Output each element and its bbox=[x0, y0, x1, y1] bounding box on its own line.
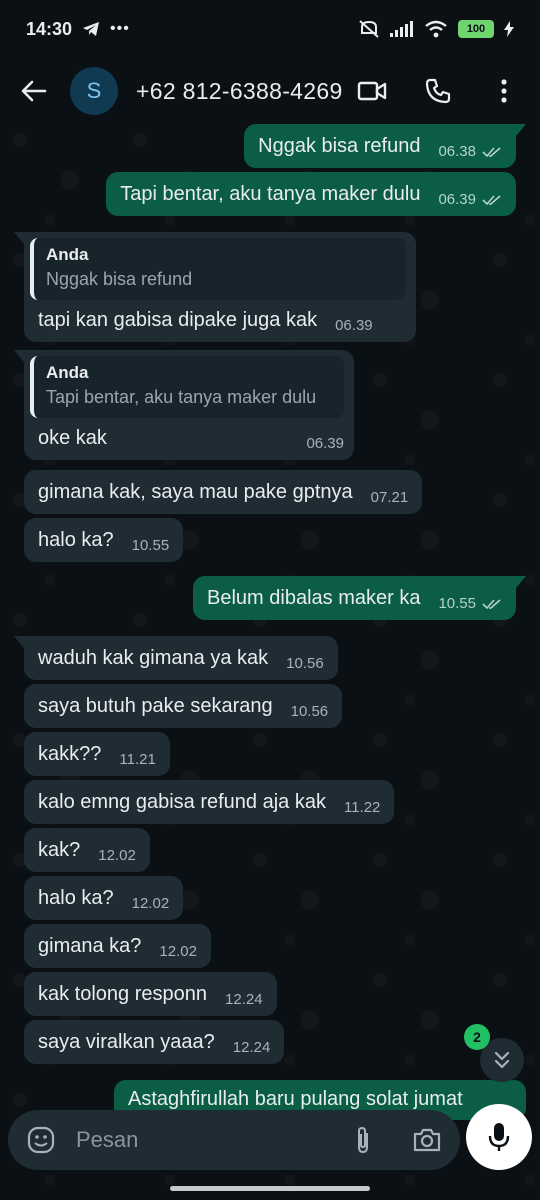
whatsapp-chat-screen: 14:30 ••• 100 S +62 812-6388-4269 Nggak … bbox=[0, 0, 540, 1200]
message-time: 12.24 bbox=[225, 991, 263, 1008]
mute-icon bbox=[359, 20, 379, 38]
telegram-icon bbox=[83, 22, 100, 36]
message-time: 12.02 bbox=[98, 847, 136, 864]
quote-author: Anda bbox=[46, 245, 89, 264]
message-time: 10.55 bbox=[438, 595, 476, 612]
emoji-button[interactable] bbox=[26, 1125, 56, 1155]
message-text: saya viralkan yaaa? bbox=[38, 1031, 215, 1053]
message-composer[interactable]: Pesan bbox=[8, 1110, 460, 1170]
message-incoming-reply[interactable]: Anda Nggak bisa refund tapi kan gabisa d… bbox=[14, 232, 416, 342]
back-arrow-icon bbox=[21, 80, 47, 102]
voice-record-button[interactable] bbox=[466, 1104, 532, 1170]
charging-icon bbox=[504, 21, 514, 37]
signal-icon bbox=[390, 21, 413, 37]
quote-text: Nggak bisa refund bbox=[46, 269, 193, 289]
video-call-button[interactable] bbox=[356, 75, 388, 107]
contact-name[interactable]: +62 812-6388-4269 bbox=[136, 78, 343, 105]
chevron-double-down-icon bbox=[494, 1051, 510, 1069]
message-text: Tapi bentar, aku tanya maker dulu bbox=[120, 183, 421, 205]
camera-button[interactable] bbox=[412, 1127, 442, 1153]
message-text: halo ka? bbox=[38, 887, 114, 909]
voice-call-button[interactable] bbox=[422, 75, 454, 107]
chat-header: S +62 812-6388-4269 bbox=[0, 58, 540, 124]
camera-icon bbox=[413, 1128, 441, 1152]
double-check-icon bbox=[482, 195, 501, 206]
back-button[interactable] bbox=[14, 71, 54, 111]
message-time: 10.56 bbox=[290, 703, 329, 720]
message-text: halo ka? bbox=[38, 529, 114, 551]
message-outgoing[interactable]: Belum dibalas maker ka 10.55 bbox=[193, 576, 526, 620]
attach-icon bbox=[358, 1126, 368, 1154]
message-text: Belum dibalas maker ka bbox=[207, 587, 421, 609]
attach-button[interactable] bbox=[354, 1125, 372, 1155]
message-time: 11.21 bbox=[119, 751, 156, 768]
message-time: 06.38 bbox=[438, 143, 476, 160]
message-text: gimana ka? bbox=[38, 935, 142, 957]
message-text: waduh kak gimana ya kak bbox=[38, 647, 269, 669]
message-time: 06.39 bbox=[335, 317, 373, 334]
quote-author: Anda bbox=[46, 363, 89, 382]
mic-icon bbox=[488, 1123, 510, 1151]
status-bar: 14:30 ••• 100 bbox=[0, 0, 540, 58]
double-check-icon bbox=[482, 147, 501, 158]
video-call-icon bbox=[357, 81, 387, 101]
message-time: 06.39 bbox=[306, 435, 344, 452]
message-text: kalo emng gabisa refund aja kak bbox=[38, 791, 326, 813]
message-text: tapi kan gabisa dipake juga kak bbox=[38, 309, 318, 331]
message-incoming[interactable]: kak tolong responn 12.24 bbox=[24, 972, 277, 1016]
battery-indicator: 100 bbox=[458, 20, 494, 38]
wifi-icon bbox=[425, 20, 447, 38]
message-time: 12.24 bbox=[232, 1039, 271, 1056]
quoted-message[interactable]: Anda Nggak bisa refund bbox=[30, 238, 406, 300]
message-time: 06.39 bbox=[438, 191, 476, 208]
status-time: 14:30 bbox=[26, 18, 73, 39]
message-incoming[interactable]: waduh kak gimana ya kak 10.56 bbox=[14, 636, 338, 680]
home-indicator[interactable] bbox=[170, 1186, 370, 1191]
unread-count-badge: 2 bbox=[464, 1024, 490, 1050]
message-text: kak tolong responn bbox=[38, 983, 208, 1005]
quoted-message[interactable]: Anda Tapi bentar, aku tanya maker dulu bbox=[30, 356, 344, 418]
message-text: Astaghfirullah baru pulang solat jumat bbox=[128, 1088, 463, 1110]
message-text: kakk?? bbox=[38, 743, 102, 765]
message-list[interactable]: Nggak bisa refund 06.38 Tapi bentar, aku… bbox=[0, 124, 540, 1100]
message-incoming[interactable]: gimana ka? 12.02 bbox=[24, 924, 211, 968]
emoji-icon bbox=[27, 1126, 55, 1154]
message-incoming[interactable]: kak? 12.02 bbox=[24, 828, 150, 872]
message-time: 11.22 bbox=[343, 799, 381, 816]
message-text: oke kak bbox=[38, 427, 107, 449]
double-check-icon bbox=[482, 599, 501, 610]
message-text: gimana kak, saya mau pake gptnya bbox=[38, 481, 353, 503]
message-text: saya butuh pake sekarang bbox=[38, 695, 273, 717]
message-time: 10.56 bbox=[286, 655, 324, 672]
more-vertical-icon bbox=[501, 79, 507, 103]
message-time: 12.02 bbox=[131, 895, 170, 912]
message-incoming[interactable]: kakk?? 11.21 bbox=[24, 732, 170, 776]
message-incoming[interactable]: gimana kak, saya mau pake gptnya 07.21 bbox=[24, 470, 423, 514]
message-incoming[interactable]: kalo emng gabisa refund aja kak 11.22 bbox=[24, 780, 395, 824]
message-incoming[interactable]: halo ka? 12.02 bbox=[24, 876, 184, 920]
message-incoming[interactable]: saya butuh pake sekarang 10.56 bbox=[24, 684, 343, 728]
message-incoming[interactable]: saya viralkan yaaa? 12.24 bbox=[24, 1020, 285, 1064]
message-outgoing[interactable]: Nggak bisa refund 06.38 bbox=[244, 124, 526, 168]
message-text: kak? bbox=[38, 839, 81, 861]
message-incoming[interactable]: halo ka? 10.55 bbox=[24, 518, 184, 562]
more-options-button[interactable] bbox=[488, 75, 520, 107]
message-input[interactable]: Pesan bbox=[76, 1127, 138, 1153]
message-text: Nggak bisa refund bbox=[258, 135, 421, 157]
more-notifications-icon: ••• bbox=[110, 20, 130, 37]
phone-icon bbox=[425, 78, 451, 104]
quote-text: Tapi bentar, aku tanya maker dulu bbox=[46, 387, 317, 407]
message-outgoing[interactable]: Tapi bentar, aku tanya maker dulu 06.39 bbox=[106, 172, 516, 216]
message-time: 12.02 bbox=[159, 943, 197, 960]
message-time: 07.21 bbox=[370, 489, 409, 506]
message-incoming-reply[interactable]: Anda Tapi bentar, aku tanya maker dulu o… bbox=[14, 350, 354, 460]
avatar[interactable]: S bbox=[70, 67, 118, 115]
message-time: 10.55 bbox=[131, 537, 170, 554]
